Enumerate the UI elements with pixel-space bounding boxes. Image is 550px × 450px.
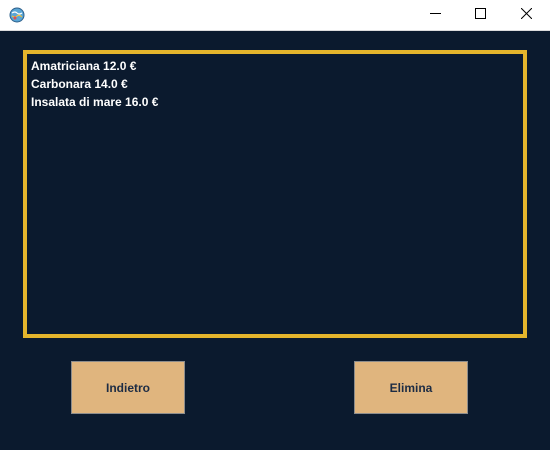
close-button[interactable] <box>503 0 549 30</box>
close-icon <box>520 6 532 24</box>
delete-button[interactable]: Elimina <box>354 361 468 414</box>
app-window: Amatriciana 12.0 € Carbonara 14.0 € Insa… <box>0 0 550 450</box>
back-button[interactable]: Indietro <box>71 361 185 414</box>
minimize-button[interactable] <box>412 0 458 30</box>
list-item[interactable]: Amatriciana 12.0 € <box>31 57 519 75</box>
list-item[interactable]: Insalata di mare 16.0 € <box>31 93 519 111</box>
title-bar <box>0 0 550 31</box>
maximize-button[interactable] <box>457 0 503 30</box>
order-list[interactable]: Amatriciana 12.0 € Carbonara 14.0 € Insa… <box>23 50 527 338</box>
list-item[interactable]: Carbonara 14.0 € <box>31 75 519 93</box>
maximize-icon <box>474 6 486 24</box>
app-globe-icon <box>9 7 25 23</box>
minimize-icon <box>429 6 441 24</box>
